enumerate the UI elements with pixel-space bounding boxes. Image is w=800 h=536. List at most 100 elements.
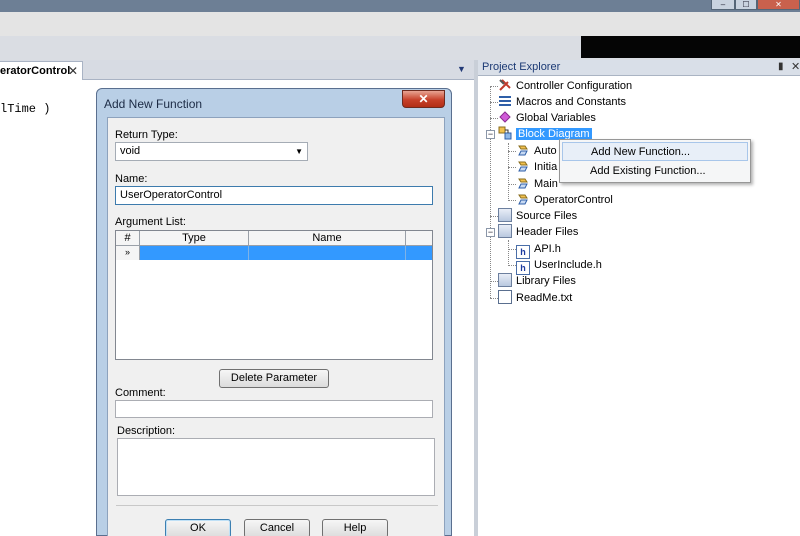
tree-item-label: Macros and Constants — [516, 96, 627, 108]
delete-parameter-button[interactable]: Delete Parameter — [219, 369, 329, 388]
menu-bar — [0, 12, 800, 36]
list-icon — [498, 94, 512, 108]
variable-icon — [498, 110, 512, 124]
cancel-button[interactable]: Cancel — [244, 519, 310, 536]
tree-item-global-variables[interactable]: Global Variables — [498, 110, 596, 126]
new-row-marker-icon[interactable]: » — [116, 246, 140, 260]
new-row-filler-cell — [406, 246, 432, 260]
tree-line — [508, 265, 516, 266]
column-header-number[interactable]: # — [116, 231, 140, 246]
project-explorer-title: Project Explorer — [482, 61, 561, 73]
pin-icon[interactable]: ▮ — [778, 61, 784, 72]
editor-tab-label: eratorControl — [0, 65, 71, 77]
main-window-title-bar — [0, 0, 800, 12]
description-textarea[interactable] — [117, 438, 435, 496]
tree-item-label: ReadMe.txt — [516, 292, 573, 304]
menu-item-add-new-function[interactable]: Add New Function... — [562, 142, 748, 161]
column-header-name[interactable]: Name — [249, 231, 406, 246]
function-icon — [516, 192, 530, 206]
block-diagram-icon — [498, 126, 512, 140]
collapse-block-diagram-icon[interactable]: − — [486, 130, 495, 139]
tree-line — [508, 249, 516, 250]
menu-item-label: Add New Function... — [591, 146, 691, 158]
editor-tab-operator-control[interactable]: eratorControl ✕ — [0, 61, 83, 80]
function-icon — [516, 176, 530, 190]
column-header-filler — [406, 231, 432, 246]
close-window-button[interactable]: ✕ — [757, 0, 800, 10]
tree-item-controller-configuration[interactable]: Controller Configuration — [498, 78, 632, 94]
tab-close-icon[interactable]: ✕ — [68, 62, 78, 80]
tree-item-label: Header Files — [516, 226, 579, 238]
chevron-down-icon: ▼ — [295, 147, 303, 156]
minimize-button[interactable]: ‒ — [711, 0, 735, 10]
maximize-button[interactable]: ☐ — [735, 0, 757, 10]
tree-item-function-main[interactable]: Main — [516, 176, 558, 192]
tree-item-label: Controller Configuration — [516, 80, 633, 92]
collapse-header-files-icon[interactable]: − — [486, 228, 495, 237]
menu-item-add-existing-function[interactable]: Add Existing Function... — [562, 162, 748, 181]
tree-line — [508, 240, 509, 266]
tree-item-api-h[interactable]: h API.h — [516, 241, 561, 259]
tree-item-function-auto[interactable]: Auto — [516, 143, 557, 159]
tree-item-macros-and-constants[interactable]: Macros and Constants — [498, 94, 626, 110]
code-line: lTime ) — [0, 102, 51, 116]
return-type-label: Return Type: — [115, 129, 178, 141]
toolbar-dark-region — [581, 36, 800, 58]
tree-item-label: Auto — [534, 145, 557, 157]
wrench-icon — [498, 78, 512, 92]
new-row-type-cell[interactable] — [140, 246, 249, 260]
function-name-value: UserOperatorControl — [120, 189, 223, 201]
ok-button[interactable]: OK — [165, 519, 231, 536]
help-button[interactable]: Help — [322, 519, 388, 536]
argument-list-label: Argument List: — [115, 216, 186, 228]
dialog-title: Add New Function — [104, 97, 203, 111]
dialog-close-button[interactable]: ✕ — [402, 90, 445, 108]
close-icon: ✕ — [418, 92, 429, 106]
tree-line — [490, 216, 498, 217]
tree-line — [508, 200, 516, 201]
project-explorer-header: Project Explorer ▮ ✕ — [478, 60, 800, 76]
return-type-value: void — [120, 145, 141, 157]
tree-line — [490, 281, 498, 282]
add-new-function-dialog: Add New Function ✕ Return Type: void ▼ N… — [96, 88, 452, 536]
dialog-client-area: Return Type: void ▼ Name: UserOperatorCo… — [107, 117, 445, 536]
text-file-icon — [498, 290, 512, 304]
tree-item-userinclude-h[interactable]: h UserInclude.h — [516, 257, 602, 275]
maximize-icon: ☐ — [742, 0, 750, 9]
name-label: Name: — [115, 173, 148, 185]
function-icon — [516, 143, 530, 157]
tree-item-label: Main — [534, 178, 558, 190]
argument-list-grid[interactable]: # Type Name » — [115, 230, 433, 360]
comment-label: Comment: — [115, 387, 166, 399]
function-name-input[interactable]: UserOperatorControl — [115, 186, 433, 205]
tree-item-source-files[interactable]: Source Files — [498, 208, 577, 224]
function-icon — [516, 159, 530, 173]
menu-item-label: Add Existing Function... — [590, 165, 706, 177]
tree-line — [508, 184, 516, 185]
return-type-select[interactable]: void ▼ — [115, 142, 308, 161]
tree-line — [490, 118, 498, 119]
close-icon: ✕ — [775, 0, 782, 9]
tree-line — [490, 102, 498, 103]
comment-input[interactable] — [115, 400, 433, 418]
column-header-type[interactable]: Type — [140, 231, 249, 246]
tab-list-dropdown-icon[interactable]: ▼ — [457, 64, 466, 74]
tree-item-readme-txt[interactable]: ReadMe.txt — [498, 290, 572, 306]
folder-icon — [498, 224, 512, 238]
tree-item-library-files[interactable]: Library Files — [498, 273, 576, 289]
dialog-divider — [116, 505, 438, 506]
new-row-name-cell[interactable] — [249, 246, 406, 260]
tree-line — [508, 151, 516, 152]
tree-item-label: UserInclude.h — [534, 259, 602, 271]
panel-close-icon[interactable]: ✕ — [791, 60, 800, 73]
tree-line — [490, 86, 498, 87]
tree-item-label: OperatorControl — [534, 194, 613, 206]
tree-item-label: Library Files — [516, 275, 576, 287]
tree-line — [508, 167, 516, 168]
minimize-icon: ‒ — [720, 0, 726, 9]
tree-item-header-files[interactable]: Header Files — [498, 224, 578, 240]
tree-item-function-operator-control[interactable]: OperatorControl — [516, 192, 613, 208]
tree-item-label: Global Variables — [516, 112, 596, 124]
tree-item-label: API.h — [534, 243, 561, 255]
tree-item-function-initialize[interactable]: Initia — [516, 159, 557, 175]
